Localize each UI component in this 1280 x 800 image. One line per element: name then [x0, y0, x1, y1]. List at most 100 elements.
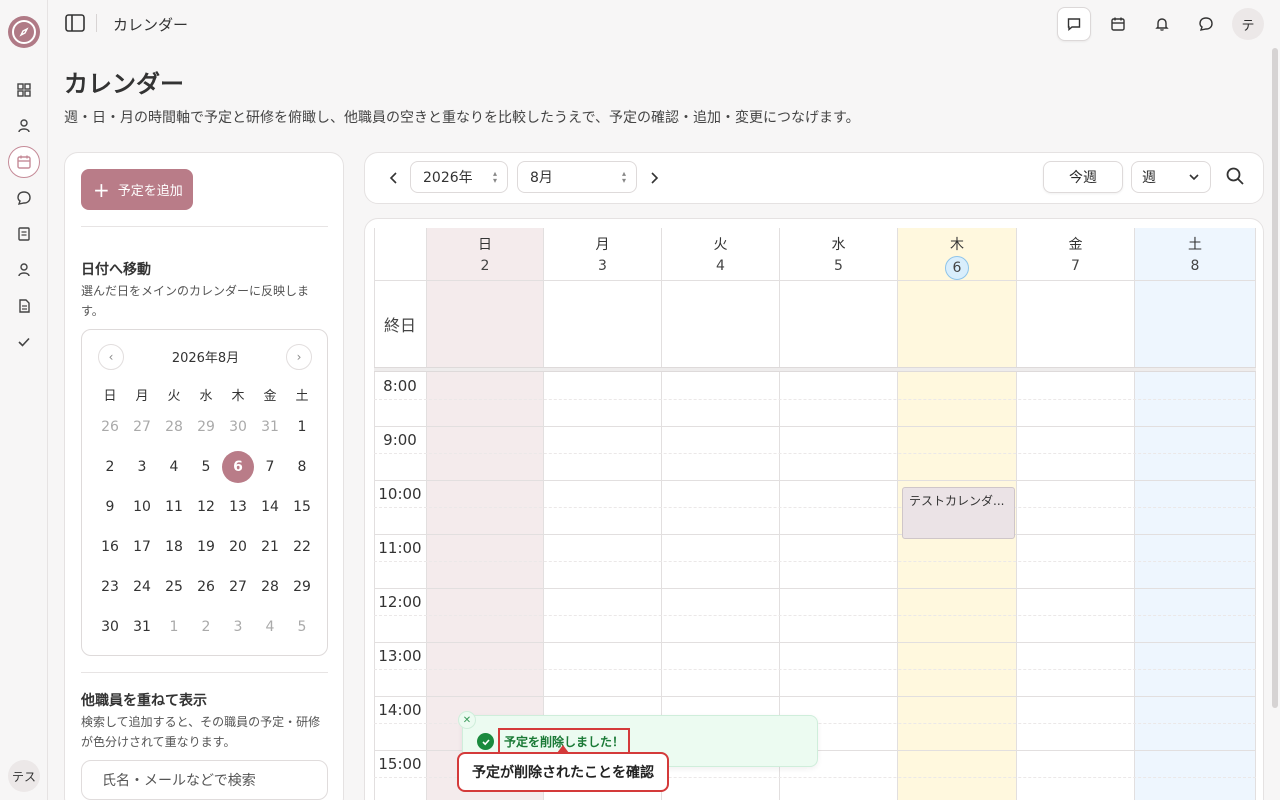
mini-calendar-day[interactable]: 22 — [286, 531, 318, 563]
page-scrollbar[interactable] — [1272, 48, 1278, 708]
mini-calendar-day[interactable]: 13 — [222, 491, 254, 523]
add-event-label: 予定を追加 — [117, 184, 183, 199]
hour-line — [374, 588, 1256, 589]
mini-calendar-day[interactable]: 7 — [254, 451, 286, 483]
year-select[interactable]: 2026年 ▴ ▾ — [410, 161, 508, 193]
app-logo[interactable] — [8, 16, 40, 48]
mini-calendar-day[interactable]: 16 — [94, 531, 126, 563]
mini-calendar-day[interactable]: 31 — [126, 611, 158, 643]
day-column[interactable]: 金7 — [1017, 228, 1135, 800]
mini-calendar-day[interactable]: 2 — [190, 611, 222, 643]
notifications-button[interactable] — [1145, 7, 1179, 41]
mini-calendar-day[interactable]: 24 — [126, 571, 158, 603]
mini-calendar-day[interactable]: 18 — [158, 531, 190, 563]
mini-calendar-day[interactable]: 19 — [190, 531, 222, 563]
mini-calendar-day[interactable]: 26 — [94, 411, 126, 443]
day-header[interactable]: 金7 — [1017, 228, 1134, 281]
hour-line — [374, 480, 1256, 481]
month-select[interactable]: 8月 ▴ ▾ — [517, 161, 637, 193]
breadcrumb: カレンダー — [113, 16, 189, 34]
rail-user-avatar[interactable]: テス — [8, 760, 40, 792]
overlay-staff-title: 他職員を重ねて表示 — [81, 693, 207, 709]
year-value: 2026年 — [423, 170, 473, 186]
hour-line — [374, 696, 1256, 697]
search-button[interactable] — [1225, 166, 1247, 188]
feedback-button[interactable] — [1057, 7, 1091, 41]
mini-calendar-day[interactable]: 29 — [190, 411, 222, 443]
document-icon[interactable] — [12, 294, 36, 318]
mini-calendar-day[interactable]: 20 — [222, 531, 254, 563]
day-header[interactable]: 火4 — [662, 228, 779, 281]
next-week-button[interactable] — [645, 169, 663, 187]
mini-calendar-day[interactable]: 2 — [94, 451, 126, 483]
weekday-label: 木 — [231, 389, 245, 404]
mini-calendar-day[interactable]: 23 — [94, 571, 126, 603]
mini-calendar-day[interactable]: 28 — [158, 411, 190, 443]
time-label: 8:00 — [383, 377, 417, 395]
staff-search-input[interactable]: 氏名・メールなどで検索 — [81, 760, 328, 800]
day-header[interactable]: 水5 — [780, 228, 897, 281]
mini-calendar-day[interactable]: 12 — [190, 491, 222, 523]
mini-calendar-day[interactable]: 25 — [158, 571, 190, 603]
chat-icon[interactable] — [12, 186, 36, 210]
top-bar: カレンダー テ — [48, 0, 1280, 48]
goto-date-title: 日付へ移動 — [81, 262, 151, 278]
view-select[interactable]: 週 — [1131, 161, 1211, 193]
view-value: 週 — [1142, 170, 1156, 186]
mini-calendar-day[interactable]: 1 — [158, 611, 190, 643]
mini-calendar-day[interactable]: 9 — [94, 491, 126, 523]
mini-calendar-day[interactable]: 31 — [254, 411, 286, 443]
calendar-toolbar: 2026年 ▴ ▾ 8月 ▴ ▾ 今週 週 — [364, 152, 1264, 204]
mini-calendar-day[interactable]: 8 — [286, 451, 318, 483]
mini-calendar-day[interactable]: 14 — [254, 491, 286, 523]
notebook-icon[interactable] — [12, 222, 36, 246]
mini-calendar-day[interactable]: 26 — [190, 571, 222, 603]
mini-calendar-day[interactable]: 6 — [222, 451, 254, 483]
day-header[interactable]: 月3 — [544, 228, 661, 281]
mini-calendar-day[interactable]: 28 — [254, 571, 286, 603]
next-month-button[interactable]: › — [286, 344, 312, 370]
mini-calendar-day[interactable]: 30 — [222, 411, 254, 443]
mini-calendar-day[interactable]: 27 — [222, 571, 254, 603]
mini-calendar-day[interactable]: 17 — [126, 531, 158, 563]
mini-calendar-day[interactable]: 3 — [126, 451, 158, 483]
check-icon[interactable] — [12, 330, 36, 354]
mini-calendar-day[interactable]: 11 — [158, 491, 190, 523]
overlay-staff-description: 検索して追加すると、その職員の予定・研修が色分けされて重なります。 — [81, 715, 321, 749]
prev-week-button[interactable] — [385, 169, 403, 187]
day-header[interactable]: 木6 — [898, 228, 1016, 281]
mini-calendar-day[interactable]: 21 — [254, 531, 286, 563]
toast-close-button[interactable]: ✕ — [458, 711, 476, 729]
day-name: 土 — [1188, 237, 1202, 253]
calendar-event[interactable]: テストカレンダ... — [902, 487, 1015, 539]
chevron-down-icon — [1189, 174, 1199, 181]
user-avatar[interactable]: テ — [1232, 8, 1264, 40]
sidebar-toggle-icon[interactable] — [64, 12, 86, 34]
add-event-button[interactable]: + 予定を追加 — [81, 169, 193, 210]
day-header[interactable]: 土8 — [1135, 228, 1255, 281]
mini-calendar-day[interactable]: 1 — [286, 411, 318, 443]
mini-calendar-day[interactable]: 5 — [190, 451, 222, 483]
calendar-button[interactable] — [1101, 7, 1135, 41]
mini-calendar-day[interactable]: 3 — [222, 611, 254, 643]
mini-calendar-day[interactable]: 29 — [286, 571, 318, 603]
mini-calendar-day[interactable]: 15 — [286, 491, 318, 523]
day-header[interactable]: 日2 — [427, 228, 543, 281]
staff-icon[interactable] — [12, 258, 36, 282]
calendar-nav-icon[interactable] — [8, 146, 40, 178]
mini-calendar-day[interactable]: 30 — [94, 611, 126, 643]
messages-button[interactable] — [1189, 7, 1223, 41]
this-week-button[interactable]: 今週 — [1043, 161, 1123, 193]
check-circle-icon — [477, 733, 494, 750]
half-hour-line — [374, 615, 1256, 616]
day-column[interactable]: 土8 — [1135, 228, 1256, 800]
mini-calendar-day[interactable]: 4 — [254, 611, 286, 643]
time-label: 11:00 — [378, 539, 422, 557]
mini-calendar-day[interactable]: 10 — [126, 491, 158, 523]
dashboard-icon[interactable] — [12, 78, 36, 102]
user-icon[interactable] — [12, 114, 36, 138]
mini-calendar-day[interactable]: 4 — [158, 451, 190, 483]
mini-calendar-day[interactable]: 27 — [126, 411, 158, 443]
mini-calendar-day[interactable]: 5 — [286, 611, 318, 643]
annotation-callout: 予定が削除されたことを確認 — [457, 752, 669, 792]
